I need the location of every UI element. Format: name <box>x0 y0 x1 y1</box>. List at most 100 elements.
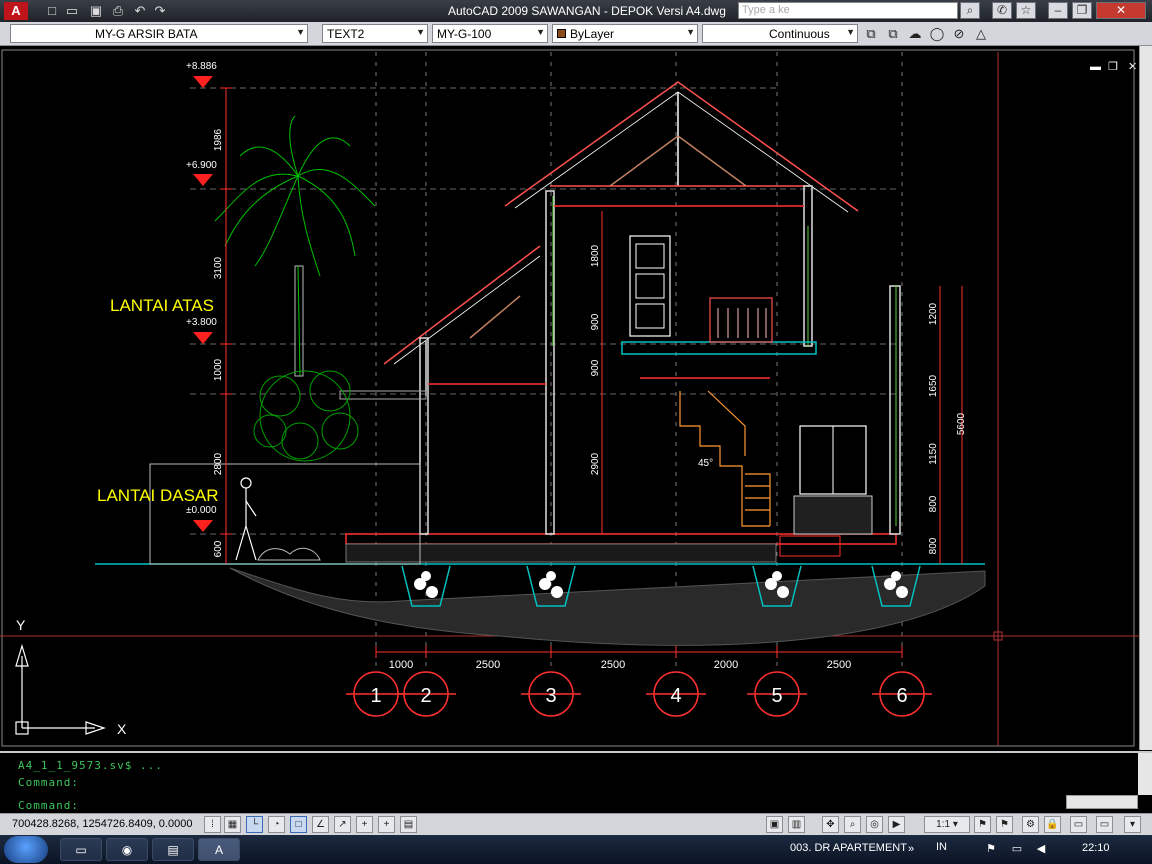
windows-start-icon[interactable] <box>4 836 48 863</box>
layer-dropdown[interactable]: MY-G ARSIR BATA ▼ <box>10 24 308 43</box>
bottom-dim-text: 2500 <box>601 659 625 671</box>
restore-icon[interactable]: ❐ <box>1072 2 1092 19</box>
command-input[interactable]: Command: <box>18 799 79 812</box>
new-file-icon[interactable]: □ <box>44 3 60 19</box>
lantai-dasar-label: LANTAI DASAR <box>97 486 219 505</box>
chevron-right-icon[interactable]: » <box>904 842 918 856</box>
chrome-icon[interactable]: ◉ <box>106 838 148 861</box>
showmotion-icon[interactable]: ▶ <box>888 816 905 833</box>
balcony-railing <box>709 297 773 343</box>
favorites-icon[interactable]: ☆ <box>1016 2 1036 19</box>
bottom-dim-text: 1000 <box>389 659 413 671</box>
annotation-visibility-icon[interactable]: ⚑ <box>974 816 991 833</box>
color-dropdown[interactable]: ByLayer ▼ <box>552 24 698 43</box>
level-label: ±0.000 <box>186 505 217 516</box>
base-bushes <box>257 547 321 561</box>
chevron-down-icon: ▼ <box>416 27 425 37</box>
open-folder-icon[interactable]: ▭ <box>64 3 80 19</box>
drawing-canvas[interactable]: ▬ ❐ ✕ +8.886 +6.900 +3.800 ±0.000 LANTAI… <box>0 46 1139 750</box>
grid-label: 2 <box>420 685 431 707</box>
layer-value: MY-G ARSIR BATA <box>95 27 198 41</box>
otrack-icon[interactable]: ∠ <box>312 816 329 833</box>
network-icon[interactable]: ▭ <box>1010 842 1024 856</box>
osnap-icon[interactable]: □ <box>290 816 307 833</box>
command-window[interactable]: A4_1_1_9573.sv$ ... Command: Command: <box>0 751 1152 815</box>
ground <box>95 563 986 646</box>
lineweight-icon[interactable]: + <box>378 816 395 833</box>
circle-icon[interactable]: ◯ <box>928 25 946 43</box>
paste-icon[interactable]: ⧉ <box>884 25 902 43</box>
annotation-scale-dropdown[interactable]: 1:1 ▾ <box>924 816 970 833</box>
snap-icon[interactable]: ⁞ <box>204 816 221 833</box>
lock-icon[interactable]: 🔒 <box>1044 816 1061 833</box>
qp-icon[interactable]: ▤ <box>400 816 417 833</box>
clock[interactable]: 22:10 <box>1082 842 1110 854</box>
zoom-icon[interactable]: ⌕ <box>844 816 861 833</box>
search-icon[interactable]: ⌕ <box>960 2 980 19</box>
steering-wheel-icon[interactable]: ◎ <box>866 816 883 833</box>
pan-icon[interactable]: ✥ <box>822 816 839 833</box>
taskbar-toolbar-label[interactable]: 003. DR APARTEMENT <box>790 842 907 854</box>
chevron-down-icon: ▼ <box>536 27 545 37</box>
coordinates-readout[interactable]: 700428.8268, 1254726.8409, 0.0000 <box>12 818 192 830</box>
level-label: +8.886 <box>186 61 217 72</box>
ducs-icon[interactable]: ↗ <box>334 816 351 833</box>
copy-icon[interactable]: ⧉ <box>862 25 880 43</box>
search-input[interactable]: Type a ke <box>738 2 958 19</box>
main-roof <box>504 81 859 213</box>
save-icon[interactable]: ▣ <box>88 3 104 19</box>
canopy <box>339 390 427 400</box>
window-title: AutoCAD 2009 SAWANGAN - DEPOK Versi A4.d… <box>448 4 726 18</box>
isolate-icon[interactable]: ▭ <box>1096 816 1113 833</box>
cloud-icon[interactable]: ☁ <box>906 25 924 43</box>
autocad-logo-icon[interactable]: A <box>4 2 28 20</box>
dim-text: 2800 <box>213 452 224 475</box>
dim-text: 1986 <box>213 128 224 151</box>
language-indicator[interactable]: IN <box>936 841 947 853</box>
horizontal-scrollbar[interactable] <box>1066 795 1138 809</box>
hardware-acceleration-icon[interactable]: ▭ <box>1070 816 1087 833</box>
dim-text: 800 <box>928 495 939 512</box>
palm-tree <box>214 115 376 377</box>
text-style-dropdown[interactable]: TEXT2 ▼ <box>322 24 428 43</box>
dim-text: 600 <box>213 540 224 557</box>
flag-icon[interactable]: ⚑ <box>984 842 998 856</box>
workspace-gear-icon[interactable]: ⚙ <box>1022 816 1039 833</box>
slab-hatch <box>345 543 777 563</box>
autocad-taskbar-icon[interactable]: A <box>198 838 240 861</box>
vertical-scrollbar[interactable] <box>1139 46 1152 750</box>
linetype-dropdown[interactable]: Continuous ▼ <box>702 24 858 43</box>
lantai-atas-label: LANTAI ATAS <box>110 296 214 315</box>
ortho-icon[interactable]: └ <box>246 816 263 833</box>
viewport-restore-icon[interactable]: ❐ <box>1108 61 1118 73</box>
dim-style-dropdown[interactable]: MY-G-100 ▼ <box>432 24 548 43</box>
close-icon[interactable]: ✕ <box>1096 2 1146 19</box>
layout-icon[interactable]: ▥ <box>788 816 805 833</box>
dim-style-value: MY-G-100 <box>437 27 492 41</box>
volume-icon[interactable]: ◀ <box>1034 842 1048 856</box>
window-sill-hatch <box>793 495 873 535</box>
communication-center-icon[interactable]: ✆ <box>992 2 1012 19</box>
command-scrollbar[interactable] <box>1138 753 1152 795</box>
model-icon[interactable]: ▣ <box>766 816 783 833</box>
minimize-icon[interactable]: – <box>1048 2 1068 19</box>
ucs-y-label: Y <box>16 617 26 633</box>
bottom-dimension-line <box>375 646 903 658</box>
autoscale-icon[interactable]: ⚑ <box>996 816 1013 833</box>
triangle-icon[interactable]: △ <box>972 25 990 43</box>
no-entry-icon[interactable]: ⊘ <box>950 25 968 43</box>
redo-icon[interactable]: ↷ <box>152 3 168 19</box>
ucs-icon <box>15 643 106 735</box>
clean-screen-icon[interactable]: ▾ <box>1124 816 1141 833</box>
grid-icon[interactable]: ▦ <box>224 816 241 833</box>
grid-label: 1 <box>370 685 381 707</box>
app-icon[interactable]: ▤ <box>152 838 194 861</box>
undo-icon[interactable]: ↶ <box>132 3 148 19</box>
viewport-min-icon[interactable]: ▬ <box>1090 61 1101 73</box>
polar-icon[interactable]: ◔ <box>268 816 285 833</box>
print-icon[interactable]: ⎙ <box>110 3 126 19</box>
viewport-close-icon[interactable]: ✕ <box>1128 61 1137 73</box>
dyn-icon[interactable]: + <box>356 816 373 833</box>
windows-taskbar: ▭ ◉ ▤ A 003. DR APARTEMENT » IN ⚑ ▭ ◀ 22… <box>0 835 1152 864</box>
explorer-folder-icon[interactable]: ▭ <box>60 838 102 861</box>
